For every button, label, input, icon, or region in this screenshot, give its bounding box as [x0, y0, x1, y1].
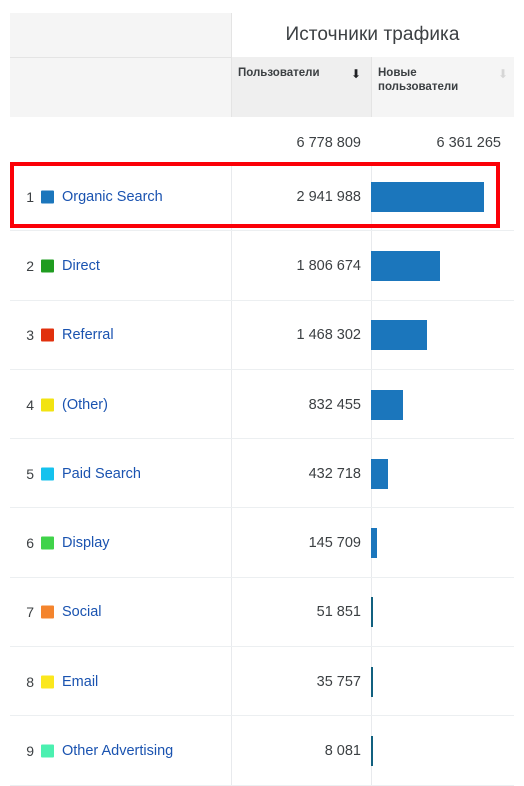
row-rank: 6 — [26, 535, 34, 552]
users-value: 51 851 — [316, 604, 361, 621]
color-swatch-icon — [41, 259, 54, 273]
color-swatch-icon — [41, 328, 54, 342]
users-value: 145 709 — [308, 535, 361, 552]
header-divider — [10, 57, 231, 58]
color-swatch-icon — [41, 744, 54, 758]
bar-cell — [371, 666, 514, 697]
users-bar — [371, 389, 403, 420]
users-bar — [371, 181, 484, 212]
table-row[interactable]: 7 Social 51 851 — [0, 578, 524, 648]
arrow-down-icon-new-users[interactable]: ⬇ — [498, 68, 508, 80]
row-rank: 9 — [26, 743, 34, 760]
bar-cell — [371, 320, 514, 351]
bar-cell — [371, 597, 514, 628]
users-value: 432 718 — [308, 465, 361, 482]
total-new-users-value: 6 361 265 — [436, 135, 501, 151]
table-row[interactable]: 4 (Other) 832 455 — [0, 370, 524, 440]
users-value: 35 757 — [316, 673, 361, 690]
bar-cell — [371, 528, 514, 559]
channel-link[interactable]: Referral — [62, 327, 114, 343]
bar-cell — [371, 181, 514, 212]
channel-link[interactable]: Direct — [62, 258, 100, 274]
column-header-new-users[interactable]: Новые пользователи — [378, 66, 470, 94]
row-rank: 1 — [26, 188, 34, 205]
color-swatch-icon — [41, 675, 54, 689]
bar-cell — [371, 389, 514, 420]
row-rank: 8 — [26, 673, 34, 690]
channel-link[interactable]: (Other) — [62, 397, 108, 413]
total-users-value: 6 778 809 — [296, 135, 361, 151]
color-swatch-icon — [41, 190, 54, 204]
users-bar — [371, 666, 373, 697]
users-bar — [371, 736, 373, 767]
row-rank: 3 — [26, 327, 34, 344]
row-rank: 4 — [26, 396, 34, 413]
users-bar — [371, 528, 377, 559]
table-row[interactable]: 6 Display 145 709 — [0, 508, 524, 578]
channel-link[interactable]: Other Advertising — [62, 743, 173, 759]
report-rows: 1 Organic Search 2 941 988 2 Direct 1 806 674… — [0, 162, 524, 786]
users-value: 832 455 — [308, 396, 361, 413]
row-rank: 2 — [26, 257, 34, 274]
table-row[interactable]: 1 Organic Search 2 941 988 — [0, 162, 524, 232]
users-value: 8 081 — [324, 743, 361, 760]
bar-cell — [371, 736, 514, 767]
table-row[interactable]: 3 Referral 1 468 302 — [0, 301, 524, 370]
traffic-sources-report: Источники трафика Пользователи ⬇ Новые п… — [0, 0, 524, 786]
users-bar — [371, 320, 428, 351]
row-rank: 5 — [26, 465, 34, 482]
users-value: 2 941 988 — [296, 188, 361, 205]
users-value: 1 806 674 — [296, 257, 361, 274]
table-row[interactable]: 2 Direct 1 806 674 — [0, 231, 524, 301]
color-swatch-icon — [41, 398, 54, 412]
channel-link[interactable]: Email — [62, 674, 98, 690]
group-title: Источники трафика — [285, 24, 460, 45]
channel-link[interactable]: Paid Search — [62, 466, 141, 482]
channel-link[interactable]: Social — [62, 604, 102, 620]
bar-cell — [371, 250, 514, 281]
table-row[interactable]: 5 Paid Search 432 718 — [0, 439, 524, 509]
table-row[interactable]: 9 Other Advertising 8 081 — [0, 716, 524, 786]
header-blank-cell — [10, 13, 231, 117]
channel-link[interactable]: Display — [62, 535, 110, 551]
column-header-users[interactable]: Пользователи — [238, 66, 334, 80]
users-value: 1 468 302 — [296, 327, 361, 344]
bar-cell — [371, 458, 514, 489]
color-swatch-icon — [41, 605, 54, 619]
users-bar — [371, 597, 373, 628]
color-swatch-icon — [41, 536, 54, 550]
users-bar — [371, 250, 441, 281]
users-bar — [371, 458, 388, 489]
arrow-down-icon-users[interactable]: ⬇ — [351, 68, 361, 80]
color-swatch-icon — [41, 467, 54, 481]
channel-link[interactable]: Organic Search — [62, 189, 163, 205]
table-row[interactable]: 8 Email 35 757 — [0, 647, 524, 717]
row-rank: 7 — [26, 604, 34, 621]
